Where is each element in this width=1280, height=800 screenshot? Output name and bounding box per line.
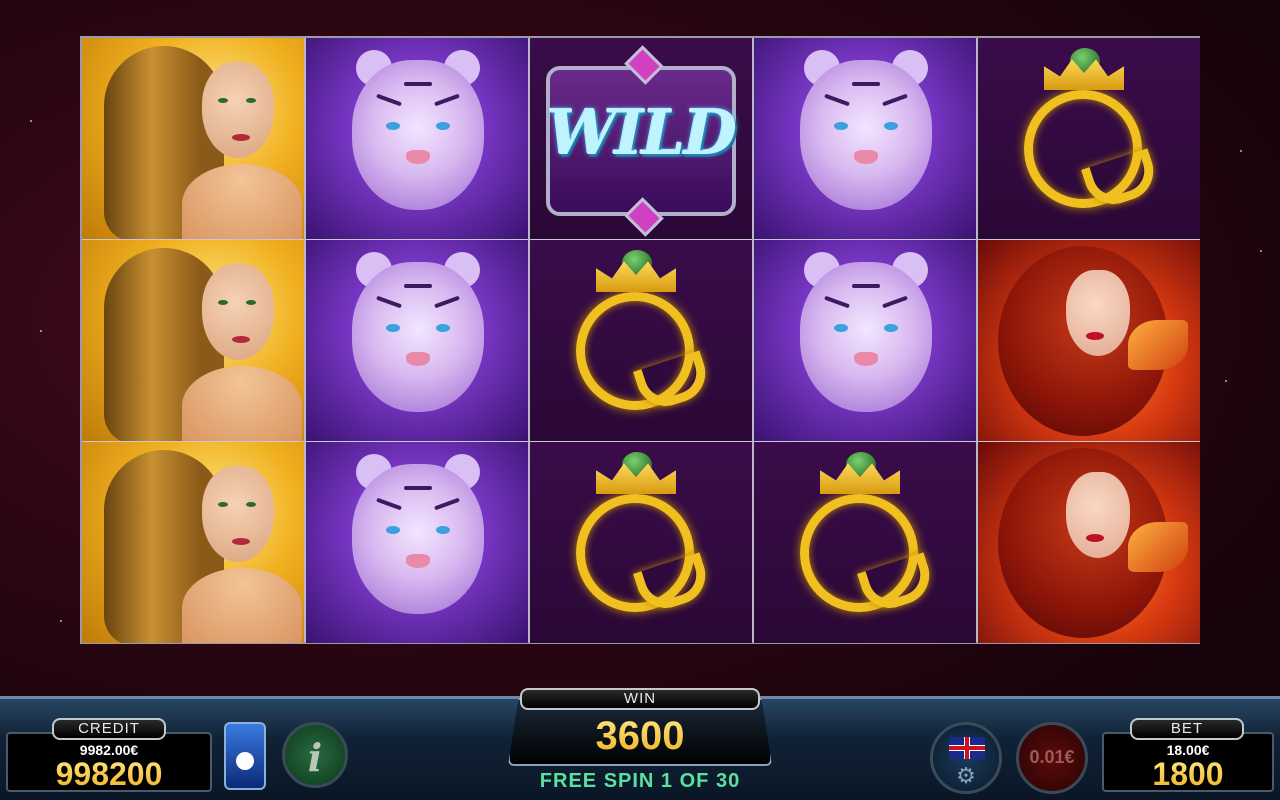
wild-symbol: WILD <box>530 38 752 239</box>
lips <box>1086 332 1104 340</box>
denomination-value: 0.01€ <box>1029 747 1075 767</box>
nose <box>854 150 878 164</box>
free-spin-counter: FREE SPIN 1 OF 30 <box>539 770 741 792</box>
eye <box>834 324 848 332</box>
eye <box>834 122 848 130</box>
reel <box>754 38 976 643</box>
lips <box>232 538 250 545</box>
queen-q-icon <box>754 442 976 643</box>
queen-symbol <box>530 442 752 643</box>
shoulders <box>182 164 302 239</box>
stripe <box>404 486 432 490</box>
wild-label: WILD <box>547 96 737 169</box>
eye <box>436 324 450 332</box>
blonde-woman-symbol <box>82 442 304 643</box>
reel <box>978 38 1200 643</box>
autoplay-button[interactable] <box>224 722 266 790</box>
white-tiger-symbol <box>306 240 528 441</box>
white-tiger-symbol <box>306 38 528 239</box>
nose <box>854 352 878 366</box>
white-tiger-symbol <box>306 442 528 643</box>
white-tiger-symbol <box>754 240 976 441</box>
blonde-woman-symbol <box>82 38 304 239</box>
eye <box>218 98 228 103</box>
wing <box>1128 522 1188 572</box>
queen-q-icon <box>530 240 752 441</box>
blonde-woman-symbol <box>82 240 304 441</box>
bet-label: BET <box>1130 718 1244 740</box>
shoulders <box>182 568 302 643</box>
nose <box>406 352 430 366</box>
info-button[interactable]: i <box>282 722 348 788</box>
lips <box>232 134 250 141</box>
stripe <box>404 284 432 288</box>
eye <box>218 502 228 507</box>
eye <box>386 122 400 130</box>
uk-flag-icon <box>949 737 985 759</box>
eye <box>884 122 898 130</box>
reel: WILD <box>530 38 752 643</box>
eye <box>218 300 228 305</box>
red-haired-woman-symbol <box>978 442 1200 643</box>
eye <box>246 300 256 305</box>
eye <box>436 526 450 534</box>
eye <box>386 526 400 534</box>
nose <box>406 554 430 568</box>
language-settings-button[interactable]: ⚙ <box>930 722 1002 794</box>
face <box>1066 270 1130 356</box>
credit-label: CREDIT <box>52 718 166 740</box>
info-icon: i <box>307 735 323 780</box>
autoplay-icon <box>236 752 254 770</box>
eye <box>246 502 256 507</box>
win-label: WIN <box>520 688 760 710</box>
eye <box>884 324 898 332</box>
red-haired-woman-symbol <box>978 240 1200 441</box>
reel <box>82 38 304 643</box>
stripe <box>404 82 432 86</box>
denomination-button[interactable]: 0.01€ <box>1016 722 1088 794</box>
stripe <box>852 82 880 86</box>
lips <box>1086 534 1104 542</box>
face <box>1066 472 1130 558</box>
queen-symbol <box>754 442 976 643</box>
shoulders <box>182 366 302 441</box>
queen-symbol <box>978 38 1200 239</box>
stripe <box>852 284 880 288</box>
control-bar: CREDIT 9982.00€ 998200 i WIN 3600 FREE S… <box>0 688 1280 800</box>
queen-q-icon <box>530 442 752 643</box>
queen-symbol <box>530 240 752 441</box>
gear-icon: ⚙ <box>956 763 976 788</box>
wing <box>1128 320 1188 370</box>
win-amount: 3600 <box>508 714 772 759</box>
credit-amount: 998200 <box>6 756 212 793</box>
eye <box>386 324 400 332</box>
face <box>202 62 274 158</box>
face <box>202 264 274 360</box>
bet-amount: 1800 <box>1102 756 1274 793</box>
face <box>202 466 274 562</box>
nose <box>406 150 430 164</box>
reel <box>306 38 528 643</box>
reel-grid: WILD <box>80 36 1200 644</box>
eye <box>436 122 450 130</box>
queen-q-icon <box>978 38 1200 239</box>
eye <box>246 98 256 103</box>
white-tiger-symbol <box>754 38 976 239</box>
lips <box>232 336 250 343</box>
